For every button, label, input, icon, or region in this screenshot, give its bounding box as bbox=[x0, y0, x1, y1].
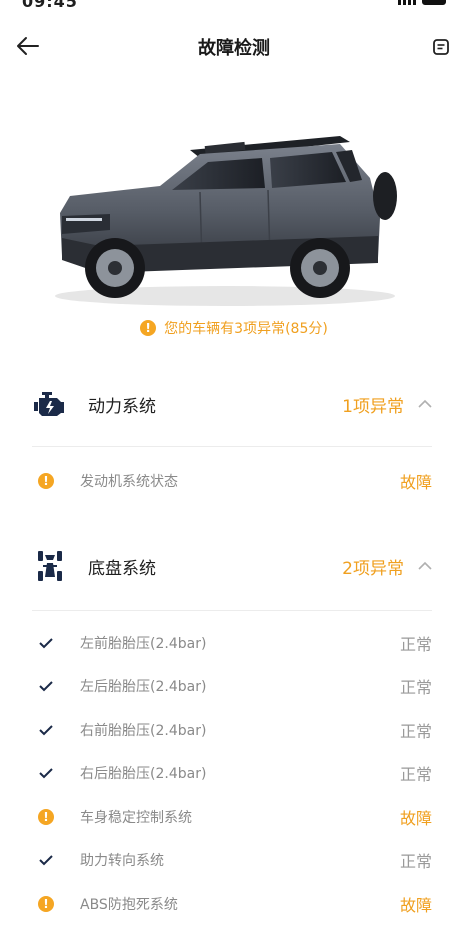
item-status: 故障 bbox=[399, 809, 432, 828]
item-status: 正常 bbox=[399, 765, 432, 784]
item-status: 正常 bbox=[399, 722, 432, 741]
item-label: 发动机系统状态 bbox=[80, 474, 178, 490]
list-item: 右后胎胎压(2.4bar) 正常 bbox=[32, 758, 432, 788]
battery-icon bbox=[422, 0, 446, 5]
status-bar: 09:45 bbox=[0, 0, 468, 12]
section-power-name: 动力系统 bbox=[88, 396, 156, 417]
section-power-count: 1项异常 bbox=[342, 396, 404, 417]
divider bbox=[32, 446, 432, 447]
fault-summary-text: 您的车辆有3项异常(85分) bbox=[164, 321, 328, 337]
chevron-up-icon bbox=[418, 559, 432, 573]
engine-icon bbox=[34, 392, 64, 416]
list-item: 右前胎胎压(2.4bar) 正常 bbox=[32, 715, 432, 745]
list-item: 左前胎胎压(2.4bar) 正常 bbox=[32, 628, 432, 658]
item-status: 正常 bbox=[399, 635, 432, 654]
warning-icon: ! bbox=[140, 320, 157, 336]
item-status: 正常 bbox=[399, 678, 432, 697]
vehicle-image bbox=[40, 118, 400, 313]
warning-icon: ! bbox=[38, 473, 54, 489]
item-label: 助力转向系统 bbox=[80, 853, 164, 869]
item-label: 左后胎胎压(2.4bar) bbox=[80, 679, 207, 695]
divider bbox=[32, 610, 432, 611]
item-label: ABS防抱死系统 bbox=[80, 897, 178, 913]
warning-icon: ! bbox=[38, 809, 54, 825]
check-icon bbox=[39, 855, 53, 866]
section-chassis-name: 底盘系统 bbox=[88, 558, 156, 579]
memo-icon bbox=[433, 39, 449, 55]
section-chassis-header[interactable]: 底盘系统 2项异常 bbox=[32, 546, 432, 586]
warning-icon: ! bbox=[38, 896, 54, 912]
list-item: 助力转向系统 正常 bbox=[32, 845, 432, 875]
signal-icon bbox=[398, 0, 416, 5]
section-power-header[interactable]: 动力系统 1项异常 bbox=[32, 384, 432, 424]
check-icon bbox=[39, 681, 53, 692]
list-item: ! ABS防抱死系统 故障 bbox=[32, 889, 432, 919]
memo-button[interactable] bbox=[428, 34, 454, 60]
check-icon bbox=[39, 768, 53, 779]
chassis-icon bbox=[38, 551, 62, 581]
item-label: 车身稳定控制系统 bbox=[80, 810, 192, 826]
section-chassis-count: 2项异常 bbox=[342, 558, 404, 579]
chevron-up-icon bbox=[418, 397, 432, 411]
check-icon bbox=[39, 725, 53, 736]
list-item: 左后胎胎压(2.4bar) 正常 bbox=[32, 671, 432, 701]
status-time: 09:45 bbox=[22, 0, 78, 11]
nav-bar: 故障检测 bbox=[0, 24, 468, 68]
check-icon bbox=[39, 638, 53, 649]
item-label: 左前胎胎压(2.4bar) bbox=[80, 636, 207, 652]
fault-summary: ! 您的车辆有3项异常(85分) bbox=[0, 318, 468, 338]
item-status: 故障 bbox=[399, 473, 432, 492]
list-item: ! 车身稳定控制系统 故障 bbox=[32, 802, 432, 832]
item-label: 右前胎胎压(2.4bar) bbox=[80, 723, 207, 739]
list-item: ! 发动机系统状态 故障 bbox=[32, 466, 432, 496]
item-status: 正常 bbox=[399, 852, 432, 871]
item-status: 故障 bbox=[399, 896, 432, 915]
page-title: 故障检测 bbox=[198, 38, 270, 59]
item-label: 右后胎胎压(2.4bar) bbox=[80, 766, 207, 782]
